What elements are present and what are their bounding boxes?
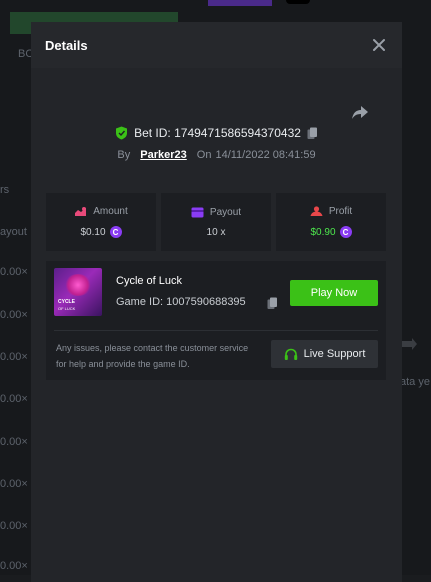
bet-id-label: Bet ID: <box>134 126 171 140</box>
play-now-button[interactable]: Play Now <box>290 280 378 306</box>
game-id-row: Game ID: 1007590688395 <box>116 296 246 308</box>
game-card: CYCLE OF LUCK Cycle of Luck Game ID: 100… <box>46 261 386 380</box>
details-modal: Details Bet ID: 1749471586594370432 By P… <box>31 22 402 582</box>
modal-header: Details <box>31 22 402 68</box>
game-id-value: 1007590688395 <box>166 296 246 308</box>
thumbnail-subtitle: OF LUCK <box>58 306 76 311</box>
coin-icon: C <box>339 226 352 238</box>
thumbnail-title: CYCLE <box>58 299 75 305</box>
bg-fragment-payout: ayout <box>0 226 27 238</box>
stat-profit-value: $0.90 <box>310 226 336 238</box>
game-thumbnail[interactable]: CYCLE OF LUCK <box>54 268 102 316</box>
username-link[interactable]: Parker23 <box>140 149 187 161</box>
bet-id-value: 1749471586594370432 <box>174 126 301 140</box>
thumbnail-art <box>64 274 92 296</box>
bg-banner <box>208 0 272 6</box>
stat-payout-label: Payout <box>209 206 242 218</box>
divider <box>54 330 378 331</box>
bg-fragment-value: 0.00× <box>0 393 28 405</box>
share-icon[interactable] <box>351 103 369 121</box>
amount-icon <box>75 207 87 216</box>
bet-stats: Amount $0.10 C Payout 10 x Profit $0.90 … <box>46 193 386 251</box>
copy-icon[interactable] <box>307 127 318 140</box>
bg-fragment-value: 0.00× <box>0 309 28 321</box>
copy-icon[interactable] <box>267 297 278 310</box>
on-label: On <box>196 149 212 161</box>
by-label: By <box>117 149 131 161</box>
stat-amount-value: $0.10 <box>80 226 106 238</box>
stat-amount: Amount $0.10 C <box>46 193 156 251</box>
bg-fragment-value: 0.00× <box>0 436 28 448</box>
stat-amount-label: Amount <box>93 206 128 217</box>
game-name[interactable]: Cycle of Luck <box>116 275 182 287</box>
live-support-button[interactable]: Live Support <box>271 340 378 368</box>
bet-datetime: 14/11/2022 08:41:59 <box>215 149 316 161</box>
modal-title: Details <box>45 37 88 53</box>
stat-profit: Profit $0.90 C <box>276 193 386 251</box>
close-icon[interactable] <box>372 38 386 52</box>
bg-fragment-rs: rs <box>0 184 10 196</box>
bg-fragment-data: ata ye <box>400 376 430 388</box>
game-id-label: Game ID: <box>116 296 164 308</box>
stat-payout-value: 10 x <box>206 226 226 238</box>
bg-fragment-value: 0.00× <box>0 478 28 490</box>
coin-icon: C <box>109 226 122 238</box>
stat-profit-label: Profit <box>328 206 353 217</box>
bg-fragment-value: 0.00× <box>0 560 28 572</box>
stat-payout: Payout 10 x <box>161 193 271 251</box>
payout-icon <box>191 207 204 217</box>
bet-id-row: Bet ID: 1749471586594370432 <box>31 126 402 140</box>
bet-author-row: By Parker23 On 14/11/2022 08:41:59 <box>31 149 402 161</box>
profit-icon <box>310 206 323 216</box>
support-help-text: Any issues, please contact the customer … <box>56 343 249 369</box>
live-support-label: Live Support <box>303 348 366 360</box>
bg-fragment-value: 0.00× <box>0 520 28 532</box>
shield-icon <box>116 126 128 140</box>
bg-fragment-value: 0.00× <box>0 351 28 363</box>
bg-pill <box>286 0 310 4</box>
bg-fragment-value: 0.00× <box>0 266 28 278</box>
headset-icon <box>284 348 297 360</box>
